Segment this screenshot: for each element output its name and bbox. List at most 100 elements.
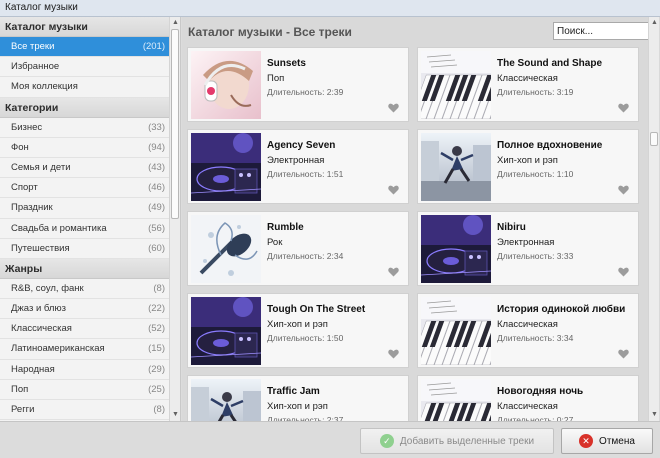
sidebar-item-label: Спорт [11,182,38,194]
sidebar-item-count: (46) [148,182,165,194]
window-titlebar: Каталог музыки [0,0,660,17]
page-title: Каталог музыки - Все треки [188,25,352,39]
favorite-heart-icon[interactable] [388,185,399,195]
sidebar-item-count: (22) [148,303,165,315]
favorite-heart-icon[interactable] [388,267,399,277]
sidebar-item-count: (33) [148,121,165,133]
track-genre: Хип-хоп и рэп [497,155,558,166]
sidebar-scrollbar-thumb[interactable] [171,29,179,219]
album-art-image [421,297,491,365]
sidebar-item-count: (56) [148,222,165,234]
sidebar-item-label: Бизнес [11,121,43,133]
sidebar-item[interactable]: Классическая (52) [0,319,169,340]
track-genre: Классическая [497,401,558,412]
sidebar-item[interactable]: Народная (29) [0,360,169,380]
sidebar-item-count: (49) [148,202,165,214]
track-title: Traffic Jam [267,386,320,397]
sidebar-item[interactable]: Путешествия (60) [0,239,169,259]
track-card[interactable]: Nibiru Электронная Длительность: 3:33 [417,211,639,286]
album-art-image [421,379,491,421]
sidebar-item-label: Народная [11,363,55,375]
track-duration: Длительность: 3:19 [497,87,574,97]
album-art-image [191,297,261,365]
album-art-image [191,51,261,119]
sidebar-item-label: Моя коллекция [11,81,78,93]
sidebar-item-label: Путешествия [11,242,70,254]
track-duration: Длительность: 3:33 [497,251,574,261]
favorite-heart-icon[interactable] [618,267,629,277]
sidebar-item[interactable]: Все треки (201) [0,37,169,58]
sidebar-item[interactable]: Регги (8) [0,400,169,421]
track-genre: Классическая [497,319,558,330]
track-duration: Длительность: 1:51 [267,169,344,179]
sidebar-scrollbar[interactable]: ▲ ▼ [169,17,180,421]
sidebar-item-label: Избранное [11,61,60,73]
cancel-label: Отмена [599,435,635,447]
track-genre: Классическая [497,73,558,84]
sidebar-section-header: Категории [0,97,169,118]
track-card[interactable]: Sunsets Поп Длительность: 2:39 [187,47,409,122]
sidebar-item[interactable]: R&B, соул, фанк (8) [0,279,169,300]
sidebar-item[interactable]: Моя коллекция [0,77,169,98]
sidebar-item-label: Свадьба и романтика [11,222,107,234]
scroll-up-arrow-icon[interactable]: ▲ [649,17,660,29]
scroll-down-arrow-icon[interactable]: ▼ [649,409,660,421]
track-card[interactable]: История одинокой любви Классическая Длител… [417,293,639,368]
album-art-image [191,215,261,283]
sidebar-item[interactable]: Свадьба и романтика (56) [0,219,169,239]
sidebar-item[interactable]: Латиноамериканская (15) [0,339,169,360]
sidebar-item[interactable]: Джаз и блюз (22) [0,299,169,320]
track-card[interactable]: Tough On The Street Хип-хоп и рэп Длительн… [187,293,409,368]
sidebar-section-header: Жанры [0,258,169,279]
sidebar-item[interactable]: Поп (25) [0,380,169,400]
checkmark-icon: ✓ [379,434,394,448]
track-card[interactable]: Полное вдохновение Хип-хоп и рэп Длительно… [417,129,639,204]
track-grid-scrollbar-thumb[interactable] [650,132,658,146]
add-selected-tracks-label: Добавить выделенные треки [399,435,535,447]
sidebar-item-label: Латиноамериканская [11,343,105,355]
track-duration: Длительность: 1:50 [267,333,344,343]
search-input[interactable] [553,22,651,40]
sidebar-item[interactable]: Праздник (49) [0,198,169,219]
close-icon: ✕ [579,434,594,448]
scroll-up-arrow-icon[interactable]: ▲ [170,17,180,29]
album-art-image [421,215,491,283]
sidebar-item[interactable]: Избранное [0,57,169,78]
track-title: Полное вдохновение [497,140,603,151]
track-title: История одинокой любви [497,304,626,315]
sidebar-item-count: (60) [148,242,165,254]
sidebar-item-label: Джаз и блюз [11,303,66,315]
track-genre: Рок [267,237,283,248]
favorite-heart-icon[interactable] [618,103,629,113]
favorite-heart-icon[interactable] [618,349,629,359]
dialog-footer: ✓ Добавить выделенные треки ✕ Отмена [0,421,660,458]
track-duration: Длительность: 3:34 [497,333,574,343]
sidebar-item[interactable]: Фон (94) [0,138,169,158]
add-selected-tracks-button[interactable]: ✓ Добавить выделенные треки [360,428,554,454]
track-title: Nibiru [497,222,526,233]
favorite-heart-icon[interactable] [388,349,399,359]
favorite-heart-icon[interactable] [618,185,629,195]
cancel-button[interactable]: ✕ Отмена [561,428,653,454]
track-grid-scrollbar[interactable]: ▲ ▼ [648,17,659,421]
sidebar-item[interactable]: Семья и дети (43) [0,158,169,179]
favorite-heart-icon[interactable] [388,103,399,113]
track-card[interactable]: Traffic Jam Хип-хоп и рэп Длительность: 2:… [187,375,409,421]
sidebar-item[interactable]: Бизнес (33) [0,118,169,138]
track-card[interactable]: The Sound and Shape Классическая Длительно… [417,47,639,122]
sidebar-item-label: Поп [11,383,29,395]
track-duration: Длительность: 2:39 [267,87,344,97]
sidebar-item-count: (25) [148,383,165,395]
track-title: Tough On The Street [267,304,366,315]
track-card[interactable]: Rumble Рок Длительность: 2:34 [187,211,409,286]
sidebar-item-count: (94) [148,141,165,153]
album-art-image [191,379,261,421]
sidebar-item-label: R&B, соул, фанк [11,282,84,294]
track-genre: Электронная [497,237,555,248]
sidebar-item[interactable]: Спорт (46) [0,178,169,199]
scroll-down-arrow-icon[interactable]: ▼ [170,409,180,421]
track-card[interactable]: Новогодняя ночь Классическая Длительность:… [417,375,639,421]
track-card[interactable]: Agency Seven Электронная Длительность: 1:5… [187,129,409,204]
track-duration: Длительность: 1:10 [497,169,574,179]
sidebar-item-label: Регги [11,404,35,415]
